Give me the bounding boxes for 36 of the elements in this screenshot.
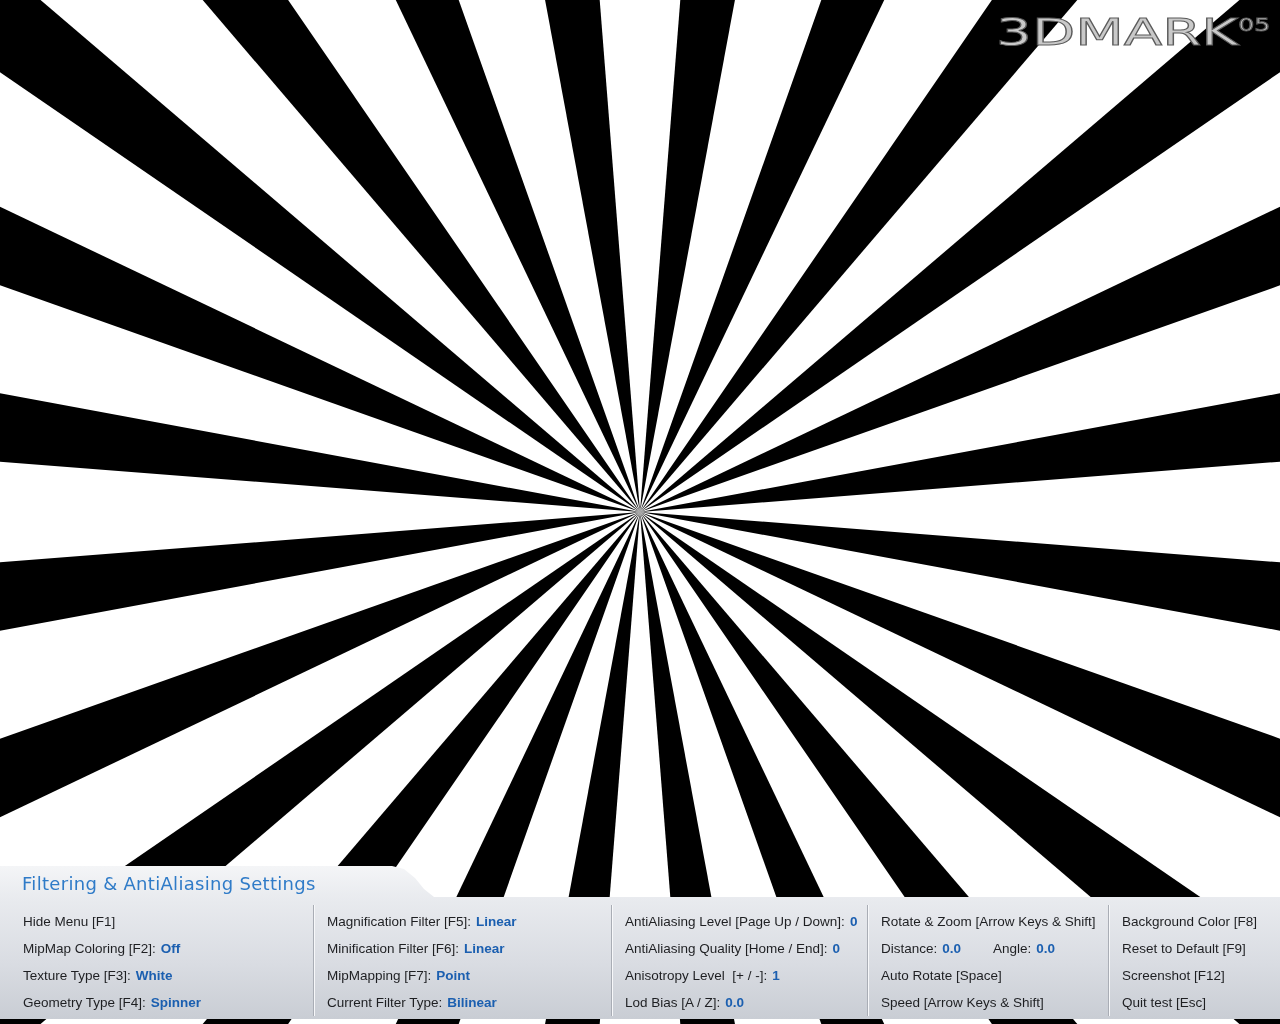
hotkey-label: AntiAliasing Quality [Home / End]: — [625, 941, 828, 956]
hotkey-label: MipMapping [F7]: — [327, 968, 432, 983]
setting-value: Linear — [476, 914, 517, 929]
hotkey-label: Texture Type [F3]: — [23, 968, 131, 983]
hotkey-label: Reset to Default [F9] — [1122, 941, 1246, 956]
setting-value: Off — [160, 941, 181, 956]
setting-value: Spinner — [150, 995, 202, 1010]
setting-value: Linear — [464, 941, 505, 956]
hotkey-label: Speed [Arrow Keys & Shift] — [881, 995, 1044, 1010]
hotkey-label: Geometry Type [F4]: — [23, 995, 146, 1010]
hotkey-label: MipMap Coloring [F2]: — [23, 941, 156, 956]
hotkey-label: Background Color [F8] — [1122, 914, 1258, 929]
hotkey-label: Auto Rotate [Space] — [881, 968, 1002, 983]
setting-value: 0.0 — [942, 941, 962, 956]
hotkey-label: Lod Bias [A / Z]: — [625, 995, 721, 1010]
hotkey-label: Angle: — [993, 941, 1032, 956]
logo-version: 05 — [1237, 17, 1270, 34]
setting-value: Point — [436, 968, 471, 983]
hotkey-label: Screenshot [F12] — [1122, 968, 1225, 983]
setting-value: White — [135, 968, 173, 983]
hotkey-label: Magnification Filter [F5]: — [327, 914, 472, 929]
hotkey-label: Rotate & Zoom [Arrow Keys & Shift] — [881, 914, 1096, 929]
hotkey-label: Current Filter Type: — [327, 995, 443, 1010]
setting-value: 1 — [772, 968, 780, 983]
hotkey-label: Distance: — [881, 941, 938, 956]
hotkey-label: Minification Filter [F6]: — [327, 941, 460, 956]
panel-title: Filtering & AntiAliasing Settings — [22, 873, 316, 894]
hotkey-label: Hide Menu [F1] — [23, 914, 116, 929]
hotkey-label: Anisotropy Level [+ / -]: — [625, 968, 768, 983]
hotkey-label: AntiAliasing Level [Page Up / Down]: — [625, 914, 845, 929]
setting-value: 0 — [832, 941, 841, 956]
setting-value: 0 — [849, 914, 858, 929]
setting-value: 0.0 — [725, 995, 745, 1010]
hotkey-label: Quit test [Esc] — [1122, 995, 1207, 1010]
setting-value: 0.0 — [1036, 941, 1056, 956]
setting-value: Bilinear — [447, 995, 497, 1010]
